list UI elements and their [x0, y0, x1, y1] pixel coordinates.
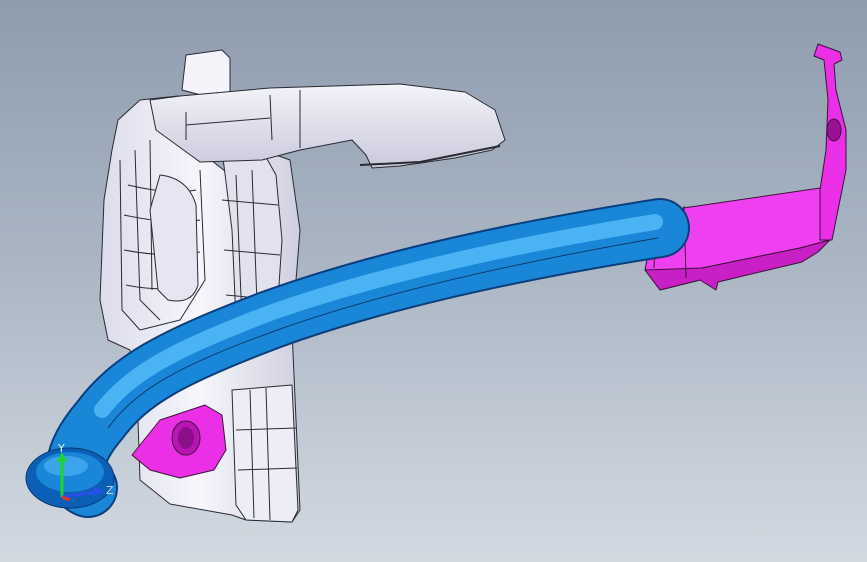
3d-viewport[interactable]: Y Z: [0, 0, 867, 562]
bracket-lower-leg: [231, 384, 299, 523]
model-scene[interactable]: Y Z: [0, 0, 867, 562]
clip-flange-hole: [826, 118, 842, 142]
triad-z-label: Z: [106, 484, 114, 497]
triad-y-label: Y: [57, 442, 65, 455]
bracket-top-tab: [181, 49, 231, 97]
bracket-channel: [149, 174, 199, 302]
